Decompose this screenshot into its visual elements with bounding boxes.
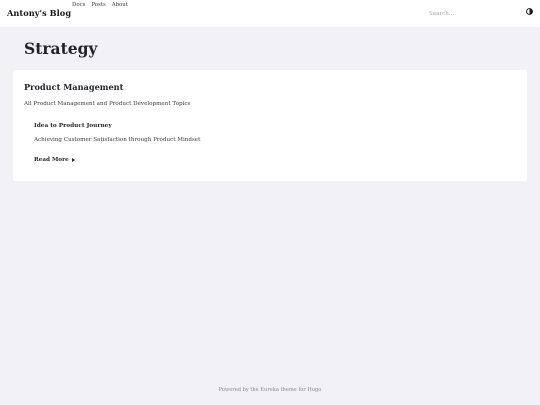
page-title: Strategy [24,39,98,58]
footer-text: Powered by the Eureka theme for Hugo [218,387,322,393]
section-description: All Product Management and Product Devel… [24,101,191,107]
top-navbar: Antony's Blog Docs Posts About [0,0,540,27]
read-more-label: Read More [34,157,69,163]
read-more-link[interactable]: Read More [34,157,75,163]
caret-right-icon [71,158,75,162]
section-title[interactable]: Product Management [24,82,123,92]
section-card: Product Management All Product Managemen… [13,70,527,181]
post-summary: Achieving Customer Satisfaction through … [34,137,201,143]
nav-menu: Docs Posts About [72,2,128,8]
search-input[interactable] [429,8,509,20]
post-title[interactable]: Idea to Product Journey [34,123,112,129]
nav-link-about[interactable]: About [112,2,128,8]
theme-toggle-icon[interactable] [526,8,533,15]
nav-link-docs[interactable]: Docs [72,2,85,8]
site-brand[interactable]: Antony's Blog [7,8,71,18]
nav-link-posts[interactable]: Posts [91,2,105,8]
